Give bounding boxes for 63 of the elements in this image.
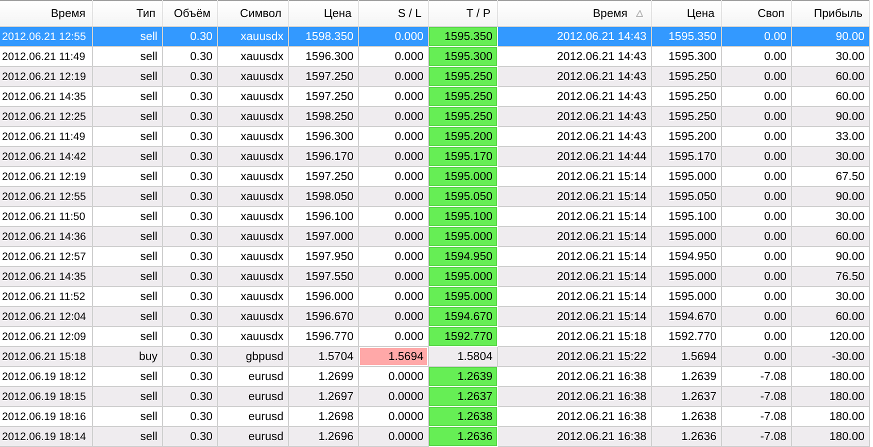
column-header[interactable]: T / P [428, 0, 497, 26]
table-row[interactable]: 2012.06.21 14:36 sell 0.30 xauusdx 1597.000 0.000 1595.000 2012.06.21 15:14 1595.000 0.00 60.00 [0, 226, 869, 246]
table-row[interactable]: 2012.06.21 12:55 sell 0.30 xauusdx 1598.350 0.000 1595.350 2012.06.21 14:43 1595.350 0.00 90.00 [0, 26, 869, 46]
table-row[interactable]: 2012.06.21 11:49 sell 0.30 xauusdx 1596.300 0.000 1595.300 2012.06.21 14:43 1595.300 0.00 30.00 [0, 46, 869, 66]
column-header[interactable]: Цена [288, 0, 358, 26]
table-cell: 0.30 [162, 426, 217, 446]
table-cell: 1595.250 [428, 66, 497, 86]
table-cell: 1.2696 [288, 426, 358, 446]
table-cell: 1.2637 [428, 386, 497, 406]
table-cell: 1595.300 [428, 46, 497, 66]
table-row[interactable]: 2012.06.21 11:50 sell 0.30 xauusdx 1596.100 0.000 1595.100 2012.06.21 15:14 1595.100 0.00 30.00 [0, 206, 869, 226]
column-header[interactable]: Время [0, 0, 92, 26]
table-row[interactable]: 2012.06.21 12:09 sell 0.30 xauusdx 1596.770 0.000 1592.770 2012.06.21 15:18 1592.770 0.00 120.00 [0, 326, 869, 346]
table-row[interactable]: 2012.06.21 11:49 sell 0.30 xauusdx 1596.300 0.000 1595.200 2012.06.21 14:43 1595.200 0.00 33.00 [0, 126, 869, 146]
column-header[interactable]: Цена [651, 0, 721, 26]
table-row[interactable]: 2012.06.21 15:18 buy 0.30 gbpusd 1.5704 1.5694 1.5804 2012.06.21 15:22 1.5694 0.00 -30.00 [0, 346, 869, 366]
table-cell: 1595.100 [428, 206, 497, 226]
column-header[interactable]: Время [497, 0, 651, 26]
table-cell: 1.2638 [428, 406, 497, 426]
table-cell: 1594.950 [428, 246, 497, 266]
table-cell: 1.2636 [428, 426, 497, 446]
column-header[interactable]: Символ [217, 0, 288, 26]
table-cell: 1.5694 [358, 346, 428, 366]
table-cell: 1.2639 [428, 366, 497, 386]
table-row[interactable]: 2012.06.21 12:57 sell 0.30 xauusdx 1597.950 0.000 1594.950 2012.06.21 15:14 1594.950 0.00 90.00 [0, 246, 869, 266]
table-row[interactable]: 2012.06.19 18:12 sell 0.30 eurusd 1.2699 0.0000 1.2639 2012.06.21 16:38 1.2639 -7.08 180.00 [0, 366, 869, 386]
table-row[interactable]: 2012.06.19 18:16 sell 0.30 eurusd 1.2698 0.0000 1.2638 2012.06.21 16:38 1.2638 -7.08 180.00 [0, 406, 869, 426]
table-row[interactable]: 2012.06.21 14:35 sell 0.30 xauusdx 1597.250 0.000 1595.250 2012.06.21 14:43 1595.250 0.00 60.00 [0, 86, 869, 106]
table-cell: 1594.670 [428, 306, 497, 326]
table-cell: 1595.350 [428, 26, 497, 46]
table-cell: 1595.000 [428, 226, 497, 246]
table-cell: 1595.050 [428, 186, 497, 206]
table-row[interactable]: 2012.06.19 18:15 sell 0.30 eurusd 1.2697 0.0000 1.2637 2012.06.21 16:38 1.2637 -7.08 180.00 [0, 386, 869, 406]
column-header[interactable]: Своп [721, 0, 791, 26]
table-row[interactable]: 2012.06.21 11:52 sell 0.30 xauusdx 1596.000 0.000 1595.000 2012.06.21 15:14 1595.000 0.00 30.00 [0, 286, 869, 306]
table-cell: 2012.06.19 18:14 [0, 426, 92, 446]
table-row[interactable]: 2012.06.21 12:19 sell 0.30 xauusdx 1597.250 0.000 1595.000 2012.06.21 15:14 1595.000 0.00 67.50 [0, 166, 869, 186]
table-cell: 1595.250 [428, 106, 497, 126]
table-cell: 1.2636 [651, 426, 721, 446]
column-header[interactable]: Тип [92, 0, 162, 26]
table-cell: -7.08 [721, 426, 791, 446]
table-row[interactable]: 2012.06.21 12:55 sell 0.30 xauusdx 1598.050 0.000 1595.050 2012.06.21 15:14 1595.050 0.00 90.00 [0, 186, 869, 206]
table-cell: sell [92, 426, 162, 446]
table-row[interactable]: 2012.06.19 18:14 sell 0.30 eurusd 1.2696 0.0000 1.2636 2012.06.21 16:38 1.2636 -7.08 180.00 [0, 426, 869, 446]
table-cell: eurusd [217, 426, 288, 446]
table-row[interactable]: 2012.06.21 12:04 sell 0.30 xauusdx 1596.670 0.000 1594.670 2012.06.21 15:14 1594.670 0.00 60.00 [0, 306, 869, 326]
table-cell: 1595.250 [428, 86, 497, 106]
column-header[interactable]: S / L [358, 0, 428, 26]
table-cell: 1595.000 [428, 166, 497, 186]
column-header[interactable]: Объём [162, 0, 217, 26]
table-row[interactable]: 2012.06.21 14:42 sell 0.30 xauusdx 1596.170 0.000 1595.170 2012.06.21 14:44 1595.170 0.00 30.00 [0, 146, 869, 166]
table-cell: 2012.06.21 16:38 [497, 426, 651, 446]
table-row[interactable]: 2012.06.21 12:25 sell 0.30 xauusdx 1598.250 0.000 1595.250 2012.06.21 14:43 1595.250 0.00 90.00 [0, 106, 869, 126]
table-row[interactable]: 2012.06.21 12:19 sell 0.30 xauusdx 1597.250 0.000 1595.250 2012.06.21 14:43 1595.250 0.00 60.00 [0, 66, 869, 86]
table-cell: 1592.770 [428, 326, 497, 346]
table-cell: 1595.000 [428, 286, 497, 306]
table-row[interactable]: 2012.06.21 14:35 sell 0.30 xauusdx 1597.550 0.000 1595.000 2012.06.21 15:14 1595.000 0.00 76.50 [0, 266, 869, 286]
table-cell: 1595.200 [428, 126, 497, 146]
table-cell: 180.00 [791, 426, 869, 446]
column-header[interactable]: Прибыль [791, 0, 869, 26]
table-cell: 1595.000 [428, 266, 497, 286]
table-cell: 0.0000 [358, 426, 428, 446]
table-cell: 1595.170 [428, 146, 497, 166]
